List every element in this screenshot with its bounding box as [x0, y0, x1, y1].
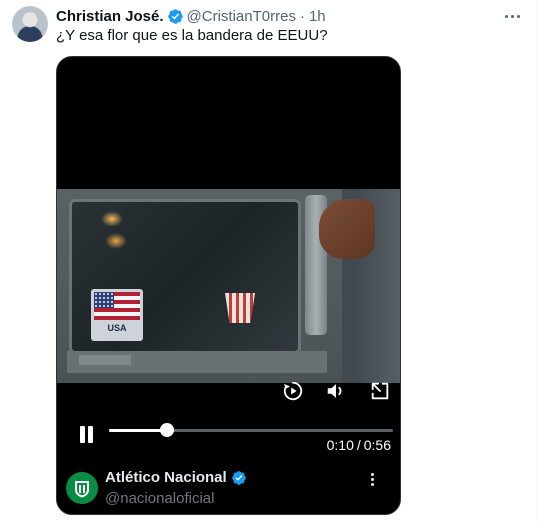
- video-progress-fill: [109, 429, 167, 432]
- usa-flag-sticker: USA: [91, 289, 143, 341]
- video-progress-thumb[interactable]: [159, 423, 174, 437]
- video-frame[interactable]: USA: [57, 189, 400, 383]
- tweet-timestamp[interactable]: 1h: [309, 8, 326, 25]
- popcorn-icon: [225, 293, 255, 323]
- embedded-video-card[interactable]: USA 0:10/0:56 Atlético Nacional @naciona…: [56, 56, 401, 515]
- video-scene-light: [105, 233, 127, 249]
- more-options-icon[interactable]: [502, 6, 522, 26]
- source-handle[interactable]: @nacionaloficial: [105, 490, 214, 507]
- avatar[interactable]: [12, 6, 48, 42]
- author-display-name[interactable]: Christian José.: [56, 8, 164, 25]
- source-display-name[interactable]: Atlético Nacional: [105, 469, 227, 486]
- video-scene-brand-plate: [79, 355, 131, 365]
- video-current-time: 0:10: [326, 437, 354, 453]
- usa-flag-icon: [94, 292, 140, 320]
- video-time-display: 0:10/0:56: [327, 437, 391, 453]
- pause-icon[interactable]: [77, 423, 97, 445]
- video-scene-hand: [319, 199, 375, 259]
- video-duration: 0:56: [363, 437, 391, 453]
- tweet-header: Christian José. @CristianT0rres · 1h: [56, 6, 326, 26]
- header-separator: ·: [299, 7, 305, 25]
- atletico-nacional-logo-icon[interactable]: [66, 472, 98, 504]
- volume-icon[interactable]: [325, 380, 347, 402]
- author-handle[interactable]: @CristianT0rres: [187, 8, 296, 25]
- sticker-label: USA: [107, 323, 127, 333]
- replay-icon[interactable]: [282, 380, 304, 402]
- source-name-row[interactable]: Atlético Nacional: [105, 469, 247, 486]
- video-time-separator: /: [356, 437, 361, 453]
- tweet-text: ¿Y esa flor que es la bandera de EEUU?: [56, 27, 328, 44]
- verified-badge-icon: [167, 8, 183, 24]
- expand-icon[interactable]: [369, 380, 391, 402]
- source-more-options-icon[interactable]: [368, 470, 376, 488]
- video-progress-bar[interactable]: [109, 423, 393, 437]
- verified-badge-icon: [231, 470, 246, 485]
- video-scene-light: [101, 211, 123, 227]
- tweet[interactable]: Christian José. @CristianT0rres · 1h ¿Y …: [0, 0, 538, 522]
